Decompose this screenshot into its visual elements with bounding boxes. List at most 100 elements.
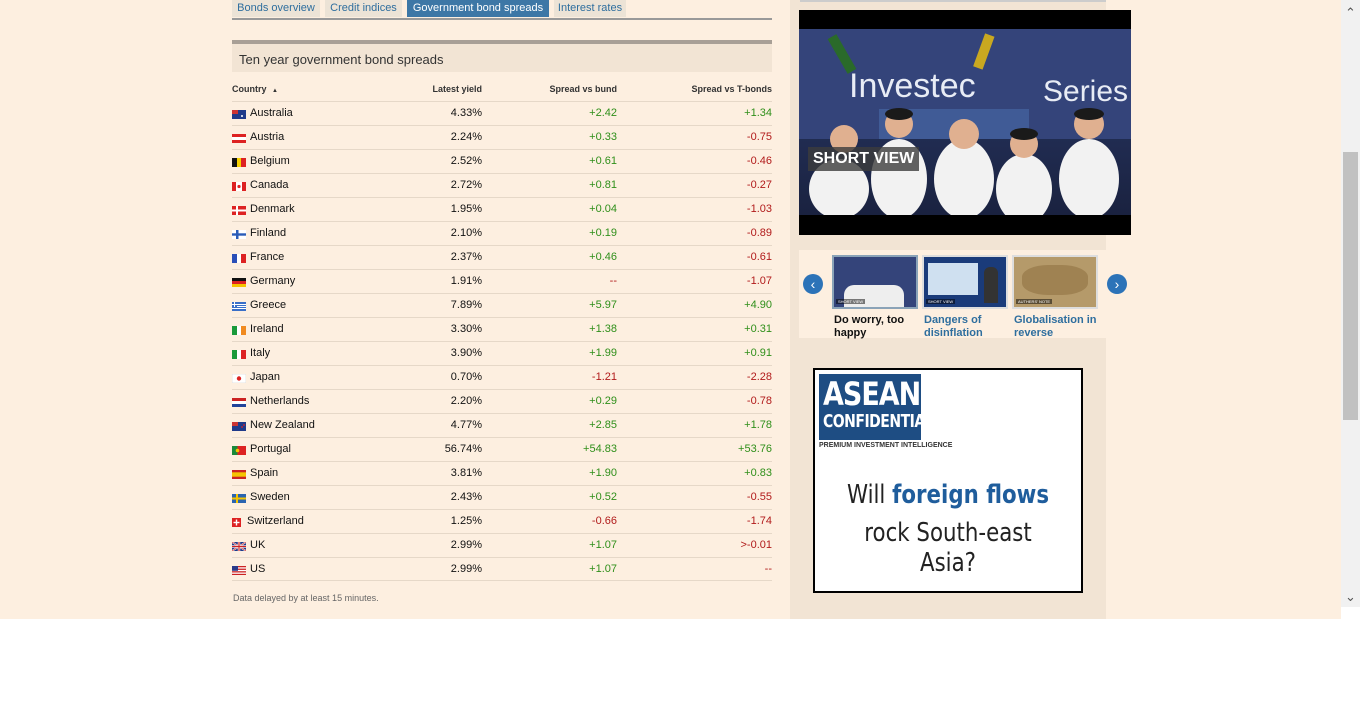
latest-yield: 2.43% xyxy=(450,491,482,503)
country-name: Italy xyxy=(250,347,271,359)
carousel-item-globalisation-in-reverse[interactable]: AUTHERS' NOTE Globalisation in reverse xyxy=(1012,255,1098,340)
netherlands-flag-icon xyxy=(232,398,246,407)
country-name: Portugal xyxy=(250,443,291,455)
country-name: Spain xyxy=(250,467,279,479)
spread-vs-tbonds: +0.91 xyxy=(744,347,772,359)
ireland-flag-icon xyxy=(232,326,246,335)
short-view-badge: SHORT VIEW xyxy=(836,299,866,304)
column-header-country[interactable]: Country ▲ xyxy=(232,84,278,94)
latest-yield: 2.20% xyxy=(450,395,482,407)
video-player[interactable]: Investec Series SHORT VIEW xyxy=(799,10,1131,235)
country-name: Belgium xyxy=(250,155,290,167)
banner-text-2: Series xyxy=(1043,75,1128,108)
country-name: Netherlands xyxy=(250,395,310,407)
country-name: US xyxy=(250,563,266,575)
latest-yield: 1.95% xyxy=(450,203,482,215)
tab-credit-indices[interactable]: Credit indices xyxy=(325,0,402,17)
tab-bar: Bonds overview Credit indices Government… xyxy=(232,0,772,20)
country-name: Ireland xyxy=(250,323,284,335)
spread-vs-bund: -1.21 xyxy=(591,371,617,383)
tab-bonds-overview[interactable]: Bonds overview xyxy=(232,0,320,17)
carousel-item-do-worry[interactable]: SHORT VIEW Do worry, too happy xyxy=(832,255,918,340)
ad-headline-prefix: Will xyxy=(846,480,893,510)
country-name: Australia xyxy=(250,107,293,119)
logo-line-2: CONFIDENTIAL xyxy=(823,412,934,432)
spread-vs-bund: +54.83 xyxy=(583,443,617,455)
tab-government-bond-spreads[interactable]: Government bond spreads xyxy=(407,0,549,17)
greece-flag-icon xyxy=(232,302,246,311)
scroll-down-arrow-icon[interactable]: ⌄ xyxy=(1341,590,1360,604)
bond-spreads-table: Australia 4.33% +2.42 +1.34 Austria 2.24% +0.3… xyxy=(232,101,772,581)
latest-yield: 0.70% xyxy=(450,371,482,383)
short-view-badge: SHORT VIEW xyxy=(926,299,956,304)
spread-vs-bund: +0.04 xyxy=(589,203,617,215)
latest-yield: 2.99% xyxy=(450,539,482,551)
data-delay-note: Data delayed by at least 15 minutes. xyxy=(233,593,379,603)
table-row: France 2.37% +0.46 -0.61 xyxy=(232,245,772,269)
country-name: Greece xyxy=(250,299,287,311)
country-name: Switzerland xyxy=(247,515,304,527)
latest-yield: 1.25% xyxy=(450,515,482,527)
latest-yield: 2.24% xyxy=(450,131,482,143)
country-name: Finland xyxy=(250,227,287,239)
latest-yield: 3.90% xyxy=(450,347,482,359)
belgium-flag-icon xyxy=(232,158,246,167)
table-row: Finland 2.10% +0.19 -0.89 xyxy=(232,221,772,245)
table-row: Ireland 3.30% +1.38 +0.31 xyxy=(232,317,772,341)
column-header-yield[interactable]: Latest yield xyxy=(432,84,482,94)
us-flag-icon xyxy=(232,566,246,575)
latest-yield: 2.10% xyxy=(450,227,482,239)
canada-flag-icon xyxy=(232,182,246,191)
italy-flag-icon xyxy=(232,350,246,359)
asean-confidential-logo: ASEAN CONFIDENTIAL xyxy=(819,374,934,440)
country-name: New Zealand xyxy=(250,419,315,431)
carousel-item-dangers-of-disinflation[interactable]: SHORT VIEW Dangers of disinflation xyxy=(922,255,1008,340)
spread-vs-bund: +0.81 xyxy=(589,179,617,191)
column-header-spread-vs-tbonds[interactable]: Spread vs T-bonds xyxy=(691,84,772,94)
latest-yield: 7.89% xyxy=(450,299,482,311)
table-row: UK 2.99% +1.07 >-0.01 xyxy=(232,533,772,557)
advertisement[interactable]: ASEAN CONFIDENTIAL PREMIUM INVESTMENT IN… xyxy=(813,368,1083,593)
video-thumbnail-image: Investec Series xyxy=(799,29,1131,215)
spread-vs-tbonds: -- xyxy=(764,563,772,575)
country-name: UK xyxy=(250,539,266,551)
country-name: Germany xyxy=(250,275,296,287)
spread-vs-tbonds: +0.31 xyxy=(744,323,772,335)
carousel-caption: Globalisation in reverse xyxy=(1014,314,1097,339)
spread-vs-bund: +0.46 xyxy=(589,251,617,263)
spread-vs-tbonds: -0.61 xyxy=(746,251,772,263)
spread-vs-tbonds: -0.78 xyxy=(746,395,772,407)
spread-vs-bund: +1.38 xyxy=(589,323,617,335)
spread-vs-bund: +0.29 xyxy=(589,395,617,407)
uk-flag-icon xyxy=(232,542,246,551)
scroll-up-arrow-icon[interactable]: ⌃ xyxy=(1341,6,1360,20)
spread-vs-tbonds: +1.78 xyxy=(744,419,772,431)
vertical-scrollbar[interactable]: ⌃ ⌄ xyxy=(1341,0,1360,607)
ad-tagline: PREMIUM INVESTMENT INTELLIGENCE xyxy=(819,442,953,449)
switzerland-flag-icon xyxy=(232,518,241,527)
table-row: Austria 2.24% +0.33 -0.75 xyxy=(232,125,772,149)
japan-flag-icon xyxy=(232,374,246,383)
latest-yield: 3.81% xyxy=(450,467,482,479)
spread-vs-tbonds: +53.76 xyxy=(738,443,772,455)
chevron-left-icon[interactable]: ‹ xyxy=(803,274,823,294)
table-row: Australia 4.33% +2.42 +1.34 xyxy=(232,101,772,125)
finland-flag-icon xyxy=(232,230,246,239)
ad-headline-line-1: Will foreign flows xyxy=(839,480,1057,510)
country-name: Canada xyxy=(250,179,289,191)
table-title-bar: Ten year government bond spreads xyxy=(232,40,772,72)
scrollbar-thumb[interactable] xyxy=(1343,152,1358,420)
tab-interest-rates[interactable]: Interest rates xyxy=(554,0,626,17)
latest-yield: 4.77% xyxy=(450,419,482,431)
carousel-thumbnail: SHORT VIEW xyxy=(922,255,1008,309)
france-flag-icon xyxy=(232,254,246,263)
ad-headline-line-2: rock South-east Asia? xyxy=(864,518,1032,578)
spread-vs-tbonds: -1.74 xyxy=(746,515,772,527)
table-title: Ten year government bond spreads xyxy=(239,52,444,67)
column-header-spread-vs-bund[interactable]: Spread vs bund xyxy=(549,84,617,94)
country-name: Austria xyxy=(250,131,285,143)
table-row: Italy 3.90% +1.99 +0.91 xyxy=(232,341,772,365)
portugal-flag-icon xyxy=(232,446,246,455)
chevron-right-icon[interactable]: › xyxy=(1107,274,1127,294)
latest-yield: 2.72% xyxy=(450,179,482,191)
